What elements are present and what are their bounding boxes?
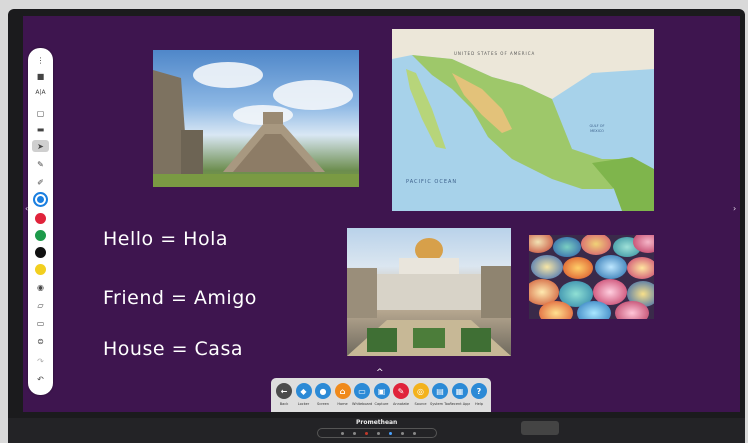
select-icon[interactable]: ➤ bbox=[32, 140, 49, 152]
annotate-icon[interactable]: ✎ bbox=[393, 383, 409, 399]
system-tools-icon[interactable]: ▤ bbox=[432, 383, 448, 399]
phrase-house[interactable]: House = Casa bbox=[103, 338, 243, 360]
whiteboard-icon[interactable]: ▭ bbox=[354, 383, 370, 399]
pottery-bowls-photo[interactable] bbox=[529, 235, 654, 319]
capture-icon[interactable]: ▣ bbox=[373, 383, 390, 399]
taskbar-label: Home bbox=[337, 402, 348, 406]
map-label-ocean: PACIFIC OCEAN bbox=[406, 179, 458, 185]
mexico-map[interactable]: UNITED STATES OF AMERICA PACIFIC OCEAN G… bbox=[392, 29, 654, 211]
color-black[interactable] bbox=[35, 247, 46, 258]
taskbar-label: System Tools bbox=[430, 402, 450, 406]
bottom-taskbar: ← Back ◆ Locker ● Screen ⌂ Home ▭ Whiteboard ▣ Capt… bbox=[271, 378, 491, 412]
front-dot[interactable] bbox=[341, 432, 344, 435]
color-yellow[interactable] bbox=[35, 264, 46, 275]
source-icon[interactable]: ◎ bbox=[412, 383, 429, 399]
color-blue-selected[interactable] bbox=[33, 192, 48, 207]
taskbar-label: Screen bbox=[316, 402, 330, 406]
color-green[interactable] bbox=[35, 230, 46, 241]
palace-photo[interactable] bbox=[347, 228, 511, 356]
collapse-right-arrow-icon[interactable]: › bbox=[733, 204, 736, 213]
taskbar-label: Help bbox=[475, 402, 483, 406]
pyramid-drawing bbox=[153, 70, 359, 187]
taskbar-label: Source bbox=[414, 402, 427, 406]
palette-icon[interactable]: ◉ bbox=[32, 281, 49, 293]
taskbar-label: Recent Apps bbox=[449, 402, 470, 406]
color-red[interactable] bbox=[35, 213, 46, 224]
back-icon[interactable]: ← bbox=[276, 383, 292, 399]
front-dot[interactable] bbox=[377, 432, 380, 435]
taskbar-label: Whiteboard bbox=[352, 402, 372, 406]
screen-icon[interactable]: ● bbox=[315, 383, 331, 399]
folder-icon[interactable]: ▬ bbox=[32, 123, 49, 135]
front-dot[interactable] bbox=[401, 432, 404, 435]
front-dot[interactable] bbox=[365, 432, 368, 435]
taskbar-expand-chevron-icon[interactable]: ^ bbox=[376, 368, 384, 378]
taskbar-label: Annotate bbox=[392, 402, 409, 406]
left-toolbar: ⋮ ■ A|A ▢ ▬ ➤ ✎ ✐ ◉ ▱ ▭ ⊜ ↷ ↶ bbox=[28, 48, 53, 395]
phrase-hello[interactable]: Hello = Hola bbox=[103, 228, 228, 250]
map-label-country: UNITED STATES OF AMERICA bbox=[454, 51, 536, 56]
whiteboard-canvas[interactable]: ⋮ ■ A|A ▢ ▬ ➤ ✎ ✐ ◉ ▱ ▭ ⊜ ↷ ↶ ‹ › UNITED… bbox=[23, 16, 740, 412]
map-label-gulf: GULF OF MEXICO bbox=[589, 124, 605, 133]
taskbar-label: Locker bbox=[297, 402, 310, 406]
front-dot[interactable] bbox=[413, 432, 416, 435]
recent-apps-icon[interactable]: ▦ bbox=[451, 383, 468, 399]
help-icon[interactable]: ? bbox=[471, 383, 487, 399]
stamp-icon[interactable]: ⊜ bbox=[32, 335, 49, 347]
text-icon[interactable]: A|A bbox=[32, 86, 49, 98]
phrase-friend[interactable]: Friend = Amigo bbox=[103, 287, 257, 309]
more-icon[interactable]: ⋮ bbox=[32, 54, 49, 66]
palace-drawing bbox=[347, 238, 511, 356]
brand-logo: Promethean bbox=[356, 419, 398, 426]
speaker-grille bbox=[521, 421, 559, 435]
pyramid-photo[interactable] bbox=[153, 50, 359, 187]
redo-icon[interactable]: ↷ bbox=[32, 355, 49, 367]
eraser-icon[interactable]: ▱ bbox=[32, 299, 49, 311]
front-dot[interactable] bbox=[353, 432, 356, 435]
taskbar-label: Back bbox=[279, 402, 289, 406]
save-icon[interactable]: ■ bbox=[32, 70, 49, 82]
pen-icon[interactable]: ✎ bbox=[32, 158, 49, 170]
collapse-left-arrow-icon[interactable]: ‹ bbox=[25, 204, 28, 213]
locker-icon[interactable]: ◆ bbox=[295, 383, 312, 399]
tag-icon[interactable]: ▭ bbox=[32, 317, 49, 329]
undo-icon[interactable]: ↶ bbox=[32, 373, 49, 385]
taskbar-label: Capture bbox=[374, 402, 389, 406]
home-icon[interactable]: ⌂ bbox=[334, 383, 351, 399]
marker-icon[interactable]: ✐ bbox=[32, 176, 49, 188]
front-dot[interactable] bbox=[389, 432, 392, 435]
clipboard-icon[interactable]: ▢ bbox=[32, 107, 49, 119]
